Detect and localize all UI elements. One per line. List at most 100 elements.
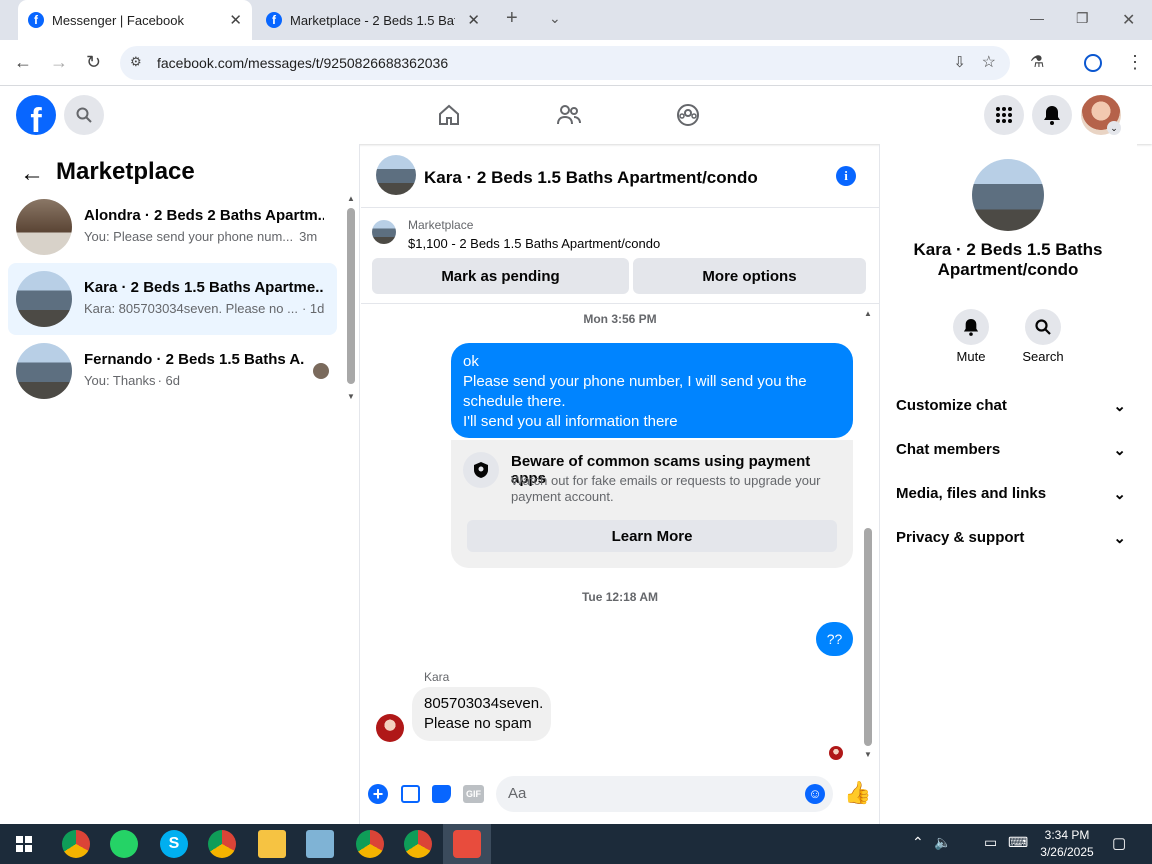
listing-title[interactable]: $1,100 - 2 Beds 1.5 Baths Apartment/cond… [408, 236, 660, 251]
scroll-up-icon[interactable]: ▲ [864, 309, 872, 318]
new-tab-icon[interactable]: + [506, 7, 518, 30]
info-icon[interactable]: i [836, 166, 856, 186]
listing-avatar[interactable] [972, 159, 1044, 231]
section-privacy-support[interactable]: Privacy & support ⌄ [896, 529, 1126, 547]
facebook-logo-icon[interactable]: f [16, 95, 56, 135]
volume-icon[interactable]: 🔈 [934, 834, 951, 851]
search-icon[interactable] [64, 95, 104, 135]
conversation-fernando[interactable]: Fernando · 2 Beds 1.5 Baths A... You: Th… [8, 335, 337, 407]
whatsapp-icon[interactable] [110, 830, 138, 858]
attach-photo-icon[interactable] [401, 785, 420, 803]
listing-thumbnail [372, 220, 396, 244]
warning-body: Watch out for fake emails or requests to… [511, 473, 821, 504]
bookmark-star-icon[interactable]: ☆ [982, 52, 996, 72]
browser-tab-bar: f Messenger | Facebook ✕ f Marketplace -… [0, 0, 1152, 40]
outgoing-message[interactable]: ?? [816, 622, 853, 656]
search-in-chat-icon[interactable] [1025, 309, 1061, 345]
menu-grid-icon[interactable] [984, 95, 1024, 135]
skype-icon[interactable]: S [160, 830, 188, 858]
mute-label[interactable]: Mute [940, 349, 1002, 364]
site-info-icon[interactable]: ⚙ [130, 54, 142, 70]
sticker-icon[interactable] [432, 785, 451, 803]
back-icon[interactable]: ← [14, 52, 32, 73]
tab-search-chevron-icon[interactable]: ⌄ [549, 10, 561, 27]
account-chevron-icon[interactable]: ⌄ [1107, 121, 1121, 135]
sender-name: Kara [424, 670, 450, 684]
tab-messenger[interactable]: f Messenger | Facebook ✕ [18, 0, 252, 40]
chevron-down-icon: ⌄ [1113, 398, 1126, 415]
emoji-icon[interactable]: ☺ [805, 784, 825, 804]
more-options-button[interactable]: More options [633, 258, 866, 294]
chrome-profile-icon[interactable] [356, 830, 384, 858]
chevron-down-icon: ⌄ [1113, 442, 1126, 459]
learn-more-button[interactable]: Learn More [467, 520, 837, 552]
section-chat-members[interactable]: Chat members ⌄ [896, 441, 1126, 459]
incoming-message[interactable]: 805703034seven. Please no spam [412, 687, 551, 741]
search-label[interactable]: Search [1012, 349, 1074, 364]
panel-title: Marketplace [56, 158, 195, 185]
message-line: Please send your phone number, I will se… [463, 373, 807, 390]
close-window-icon[interactable]: ✕ [1122, 10, 1135, 30]
like-thumb-icon[interactable]: 👍 [844, 780, 871, 806]
section-customize-chat[interactable]: Customize chat ⌄ [896, 397, 1126, 415]
install-app-icon[interactable]: ⇩ [953, 53, 966, 71]
scrollbar-thumb[interactable] [347, 208, 355, 384]
home-icon[interactable] [437, 103, 461, 132]
chrome-icon[interactable] [62, 830, 90, 858]
chat-avatar[interactable] [376, 155, 416, 195]
notepad-icon[interactable] [306, 830, 334, 858]
scroll-down-icon[interactable]: ▼ [347, 392, 355, 401]
gif-icon[interactable]: GIF [463, 785, 484, 803]
sender-avatar[interactable] [376, 714, 404, 742]
facebook-favicon-icon: f [266, 12, 282, 28]
notification-center-icon[interactable]: ▢ [1112, 834, 1126, 852]
friends-icon[interactable] [556, 103, 582, 132]
url-text[interactable]: facebook.com/messages/t/9250826688362036 [157, 55, 448, 71]
preview-time: · 1d [301, 301, 325, 316]
profile-icon[interactable] [1084, 54, 1102, 72]
message-placeholder: Aa [508, 785, 527, 802]
network-icon[interactable]: ▭ [984, 834, 997, 851]
back-arrow-icon[interactable]: ← [20, 160, 44, 188]
message-input[interactable]: Aa ☺ [496, 776, 833, 812]
section-media-files-links[interactable]: Media, files and links ⌄ [896, 485, 1126, 503]
scroll-down-icon[interactable]: ▼ [864, 750, 872, 759]
clock-time: 3:34 PM [1044, 828, 1090, 842]
windows-start-icon[interactable] [16, 836, 32, 852]
scroll-up-icon[interactable]: ▲ [347, 194, 355, 203]
groups-icon[interactable] [676, 103, 700, 132]
restore-icon[interactable]: ❐ [1076, 10, 1089, 27]
mark-as-pending-button[interactable]: Mark as pending [372, 258, 629, 294]
conversation-alondra[interactable]: Alondra · 2 Beds 2 Baths Apartm... You: … [8, 191, 337, 263]
outgoing-message[interactable]: ok Please send your phone number, I will… [451, 343, 853, 438]
reload-icon[interactable]: ↻ [86, 52, 101, 73]
file-explorer-icon[interactable] [258, 830, 286, 858]
minimize-icon[interactable]: — [1030, 10, 1044, 26]
notifications-bell-icon[interactable] [1032, 95, 1072, 135]
labs-flask-icon[interactable]: ⚗ [1030, 52, 1044, 72]
clock[interactable]: 3:34 PM 3/26/2025 [1040, 828, 1094, 859]
chrome-profile-icon[interactable] [208, 830, 236, 858]
chrome-profile-icon[interactable] [404, 830, 432, 858]
tray-expand-icon[interactable]: ⌃ [912, 834, 924, 851]
mute-bell-icon[interactable] [953, 309, 989, 345]
menu-dots-icon[interactable]: ⋮ [1126, 52, 1144, 73]
forward-icon[interactable]: → [50, 52, 68, 73]
listing-source: Marketplace [408, 218, 474, 232]
tab-marketplace[interactable]: f Marketplace - 2 Beds 1.5 Baths ✕ [256, 0, 490, 40]
conversation-kara[interactable]: Kara · 2 Beds 1.5 Baths Apartme... Kara:… [8, 263, 337, 335]
chat-title[interactable]: Kara · 2 Beds 1.5 Baths Apartment/condo [424, 168, 758, 188]
keyboard-icon[interactable]: ⌨ [1008, 834, 1028, 851]
chat-panel: Kara · 2 Beds 1.5 Baths Apartment/condo … [361, 144, 879, 824]
facebook-header: f ⌄ [0, 86, 1152, 144]
omnibox[interactable]: ⚙ facebook.com/messages/t/92508266883620… [120, 46, 1010, 80]
close-tab-icon[interactable]: ✕ [467, 11, 480, 29]
chevron-down-icon: ⌄ [1113, 530, 1126, 547]
active-app-highlight[interactable] [443, 824, 491, 864]
seen-avatar [313, 363, 329, 379]
close-tab-icon[interactable]: ✕ [229, 11, 242, 29]
conversation-name: Alondra · 2 Beds 2 Baths Apartm... [84, 207, 324, 224]
chat-scrollbar-thumb[interactable] [864, 528, 872, 746]
add-plus-icon[interactable]: + [368, 784, 388, 804]
message-line: ok [463, 353, 479, 370]
